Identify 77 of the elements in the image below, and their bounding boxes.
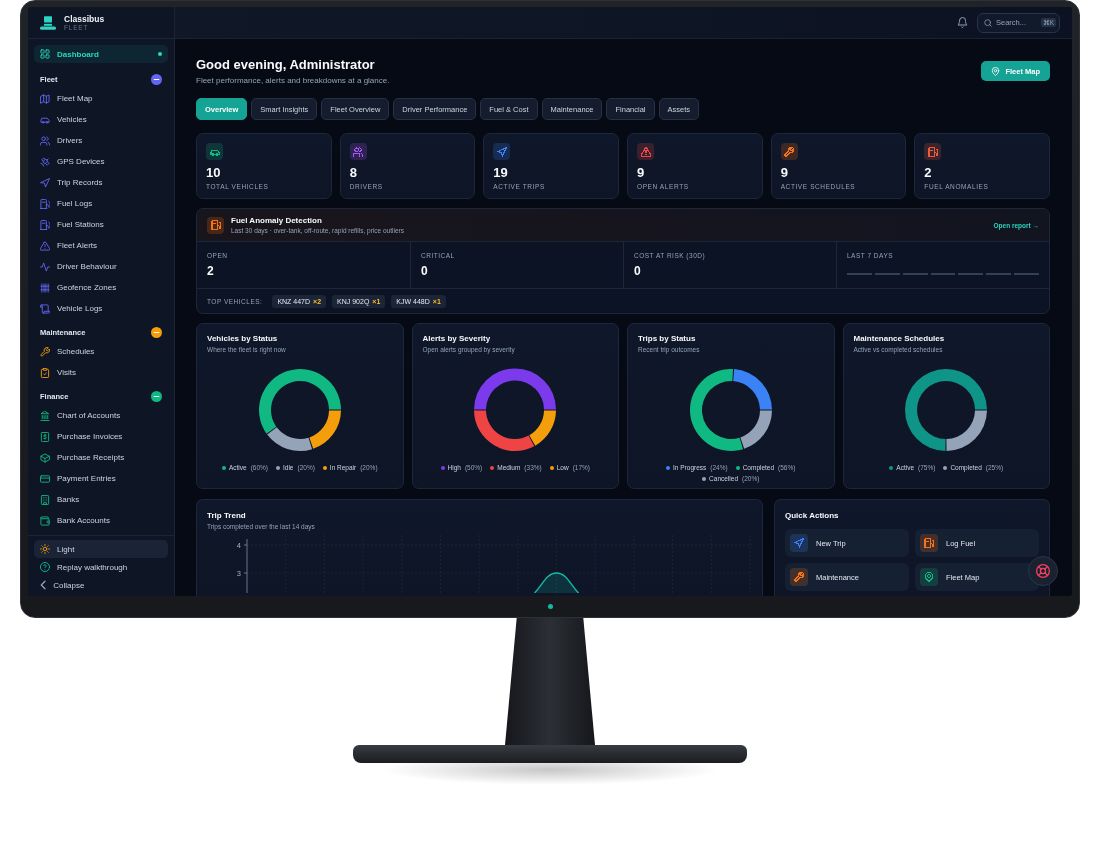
search-icon xyxy=(984,18,992,27)
trend-line xyxy=(533,572,580,593)
theme-toggle[interactable]: Light xyxy=(34,540,168,558)
nav-item[interactable]: Geofence Zones xyxy=(34,277,168,298)
fuel-pump-icon xyxy=(207,216,224,234)
stat-value: 10 xyxy=(206,165,222,180)
clipboard-check-icon xyxy=(40,367,50,378)
nav-item[interactable]: Vehicles xyxy=(34,109,168,130)
minus-circle-icon[interactable] xyxy=(151,73,162,85)
warning-icon xyxy=(40,240,50,251)
metric-value: 2 xyxy=(207,264,215,278)
map-icon xyxy=(40,93,50,104)
card-title: Trip Trend xyxy=(207,511,247,521)
nav-item[interactable]: Fleet Map xyxy=(34,88,168,109)
nav-item[interactable]: Replay walkthrough xyxy=(34,558,168,576)
credit-card-icon xyxy=(40,473,50,484)
stat-value: 9 xyxy=(637,165,646,180)
stat-value: 9 xyxy=(780,165,789,180)
building-icon xyxy=(40,494,50,505)
nav-item[interactable]: Collapse xyxy=(34,576,168,594)
nav-item[interactable]: Driver Behaviour xyxy=(34,256,168,277)
map-pin-icon xyxy=(991,66,1001,76)
power-light-icon xyxy=(547,604,553,609)
page-subtitle: Fleet performance, alerts and breakdowns at a glance. xyxy=(196,75,390,86)
chevron-left-icon xyxy=(40,580,47,590)
card-title: Vehicles by Status xyxy=(207,334,279,344)
package-icon xyxy=(40,452,50,463)
nav-item[interactable]: Trip Records xyxy=(34,172,168,193)
card-title: Trips by Status xyxy=(638,334,697,344)
stat-value: 8 xyxy=(349,165,358,180)
stat-value: 2 xyxy=(924,165,933,180)
scroll-icon xyxy=(40,303,50,314)
nav-item[interactable]: Chart of Accounts xyxy=(34,405,168,426)
nav-item[interactable]: Fuel Logs xyxy=(34,193,168,214)
page-title: Good evening, Administrator xyxy=(196,57,376,73)
people-icon xyxy=(40,135,50,146)
minus-circle-icon[interactable] xyxy=(151,326,162,338)
nav-item[interactable]: Purchase Invoices xyxy=(34,426,168,447)
navigation-arrow-icon xyxy=(40,177,50,188)
nav-item[interactable]: Visits xyxy=(34,362,168,383)
fence-icon xyxy=(40,282,50,293)
nav-item[interactable]: Fleet Alerts xyxy=(34,235,168,256)
bell-icon[interactable] xyxy=(957,17,968,28)
nav-item[interactable]: Vehicle Logs xyxy=(34,298,168,319)
nav-item[interactable]: GPS Devices xyxy=(34,151,168,172)
bank-icon xyxy=(40,410,50,421)
nav-item[interactable]: Drivers xyxy=(34,130,168,151)
grid-icon xyxy=(40,49,50,59)
selected-dot-icon xyxy=(158,52,162,56)
fuel-pump-icon xyxy=(40,198,50,209)
nav-item[interactable]: Payment Entries xyxy=(34,468,168,489)
top-hat-icon xyxy=(40,15,56,30)
help-icon xyxy=(40,562,50,572)
minus-circle-icon[interactable] xyxy=(151,390,162,402)
stat-value: 19 xyxy=(493,165,509,180)
satellite-icon xyxy=(40,156,50,167)
wrench-icon xyxy=(40,346,50,357)
brand-name: Classibus xyxy=(64,13,105,24)
sun-icon xyxy=(40,544,50,554)
wallet-icon xyxy=(40,515,50,526)
card-title: Alerts by Severity xyxy=(422,334,492,344)
card-title: Maintenance Schedules xyxy=(853,334,946,344)
metric-value: 0 xyxy=(421,264,429,278)
card-title: Quick Actions xyxy=(785,511,840,521)
lifebuoy-icon xyxy=(1036,564,1050,578)
nav-item[interactable]: Dashboard xyxy=(34,45,168,63)
fuel-pump-icon xyxy=(40,219,50,230)
pulse-icon xyxy=(40,261,50,272)
nav-item[interactable]: Banks xyxy=(34,489,168,510)
nav-item[interactable]: Purchase Receipts xyxy=(34,447,168,468)
nav-item[interactable]: Schedules xyxy=(34,341,168,362)
metric-value: 0 xyxy=(634,264,642,278)
invoice-icon xyxy=(40,431,50,442)
y-axis xyxy=(243,538,248,593)
nav-item[interactable]: Fuel Stations xyxy=(34,214,168,235)
nav-item[interactable]: Bank Accounts xyxy=(34,510,168,531)
panel-title: Fuel Anomaly Detection xyxy=(231,215,323,226)
